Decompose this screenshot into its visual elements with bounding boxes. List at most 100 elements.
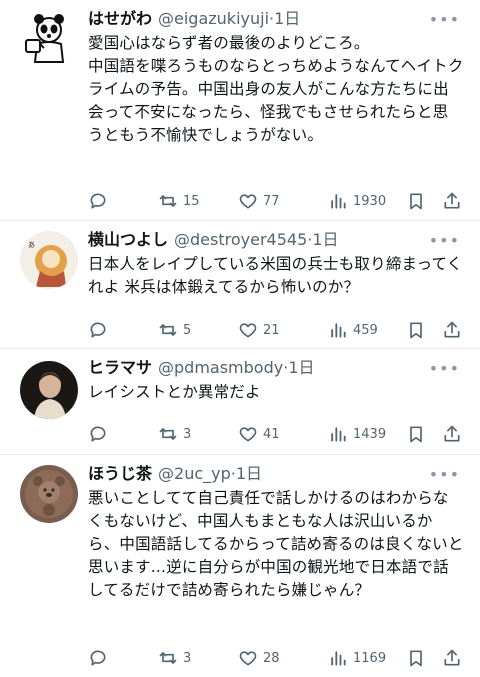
heart-icon [239,651,257,666]
retweet-icon [159,652,177,664]
svg-text:あ: あ [28,241,35,249]
retweet-count: 5 [183,322,192,338]
action-bar: 5 21 459 [88,311,462,349]
retweet-button[interactable]: 5 [158,320,238,340]
bookmark-button[interactable] [406,648,442,668]
like-count: 28 [263,650,280,666]
tweet-text: 愛国心はならず者の最後のよりどころ。 中国語を喋ろうものならとっちめようなんてヘ… [88,34,464,144]
illustration-avatar-icon: あ [20,231,78,289]
views-button[interactable]: 459 [328,320,406,340]
display-name[interactable]: ほうじ茶 [88,463,152,485]
bookmark-icon [410,322,422,339]
user-handle[interactable]: @pdmasmbody [158,357,283,379]
heart-icon [239,323,257,338]
timestamp[interactable]: 1日 [288,357,314,379]
share-button[interactable] [442,424,462,444]
retweet-icon [159,428,177,440]
more-options-icon[interactable]: ••• [429,231,460,250]
avatar[interactable] [20,465,78,523]
bar-chart-icon [331,323,346,338]
timestamp[interactable]: 1日 [312,229,338,251]
more-options-icon[interactable]: ••• [429,10,460,29]
reply-button[interactable] [88,191,158,211]
tweet-text: 悪いことしてて自己責任で話しかけるのはわからなくもないけど、中国人もまともな人は… [88,489,464,599]
reply-feed: はせがわ @eigazukiyuji · 1日 ••• 愛国心はならず者の最後の… [0,0,480,674]
views-button[interactable]: 1439 [328,424,406,444]
share-icon [444,192,460,209]
view-count: 1439 [353,426,387,442]
view-count: 1169 [353,650,387,666]
share-button[interactable] [442,191,462,211]
tweet[interactable]: ヒラマサ @pdmasmbody · 1日 ••• レイシストとか異常だよ 3 … [0,348,480,454]
bar-chart-icon [331,194,346,209]
retweet-button[interactable]: 15 [158,191,238,211]
tweet-text: 日本人をレイプしている米国の兵士も取り締まってくれよ 米兵は体鍛えてるから怖いの… [88,255,463,296]
share-button[interactable] [442,648,462,668]
tweet-header: はせがわ @eigazukiyuji · 1日 [88,8,464,30]
tweet-text: レイシストとか異常だよ [88,383,261,401]
avatar[interactable]: あ [20,231,78,289]
share-icon [444,321,460,338]
more-options-icon[interactable]: ••• [429,359,460,378]
timestamp[interactable]: 1日 [274,8,300,30]
reply-button[interactable] [88,320,158,340]
more-options-icon[interactable]: ••• [429,465,460,484]
tweet-header: ヒラマサ @pdmasmbody · 1日 [88,357,464,379]
action-bar: 15 77 1930 [88,182,462,220]
tweet[interactable]: はせがわ @eigazukiyuji · 1日 ••• 愛国心はならず者の最後の… [0,0,480,220]
like-button[interactable]: 77 [238,191,328,211]
action-bar: 3 28 1169 [88,639,462,677]
share-button[interactable] [442,320,462,340]
like-button[interactable]: 41 [238,424,328,444]
like-button[interactable]: 28 [238,648,328,668]
bookmark-button[interactable] [406,424,442,444]
bookmark-icon [410,650,422,667]
bear-avatar-icon [20,465,78,523]
reply-icon [90,426,106,442]
avatar[interactable] [20,10,78,68]
avatar[interactable] [20,361,78,419]
display-name[interactable]: 横山つよし [88,229,168,251]
tweet-header: 横山つよし @destroyer4545 · 1日 [88,229,464,251]
heart-icon [239,427,257,442]
reply-icon [90,193,106,209]
like-button[interactable]: 21 [238,320,328,340]
retweet-count: 3 [183,426,192,442]
bookmark-button[interactable] [406,320,442,340]
retweet-button[interactable]: 3 [158,648,238,668]
tweet[interactable]: ほうじ茶 @2uc_yp · 1日 ••• 悪いことしてて自己責任で話しかけるの… [0,454,480,674]
bar-chart-icon [331,427,346,442]
display-name[interactable]: はせがわ [88,8,152,30]
like-count: 21 [263,322,280,338]
user-handle[interactable]: @2uc_yp [158,463,231,485]
bookmark-icon [410,193,422,210]
retweet-button[interactable]: 3 [158,424,238,444]
share-icon [444,425,460,442]
heart-icon [239,194,257,209]
tweet[interactable]: あ 横山つよし @destroyer4545 · 1日 ••• 日本人をレイプし… [0,220,480,348]
panda-icon [20,10,78,68]
retweet-count: 15 [183,193,200,209]
retweet-count: 3 [183,650,192,666]
views-button[interactable]: 1169 [328,648,406,668]
tweet-header: ほうじ茶 @2uc_yp · 1日 [88,463,464,485]
view-count: 459 [353,322,378,338]
reply-icon [90,650,106,666]
reply-button[interactable] [88,648,158,668]
display-name[interactable]: ヒラマサ [88,357,152,379]
action-bar: 3 41 1439 [88,415,462,453]
bar-chart-icon [331,651,346,666]
like-count: 77 [263,193,280,209]
retweet-icon [159,324,177,336]
reply-icon [90,322,106,338]
timestamp[interactable]: 1日 [236,463,262,485]
retweet-icon [159,195,177,207]
views-button[interactable]: 1930 [328,191,406,211]
bookmark-button[interactable] [406,191,442,211]
portrait-avatar-icon [20,361,78,419]
like-count: 41 [263,426,280,442]
reply-button[interactable] [88,424,158,444]
user-handle[interactable]: @destroyer4545 [174,229,307,251]
user-handle[interactable]: @eigazukiyuji [158,8,269,30]
view-count: 1930 [353,193,387,209]
